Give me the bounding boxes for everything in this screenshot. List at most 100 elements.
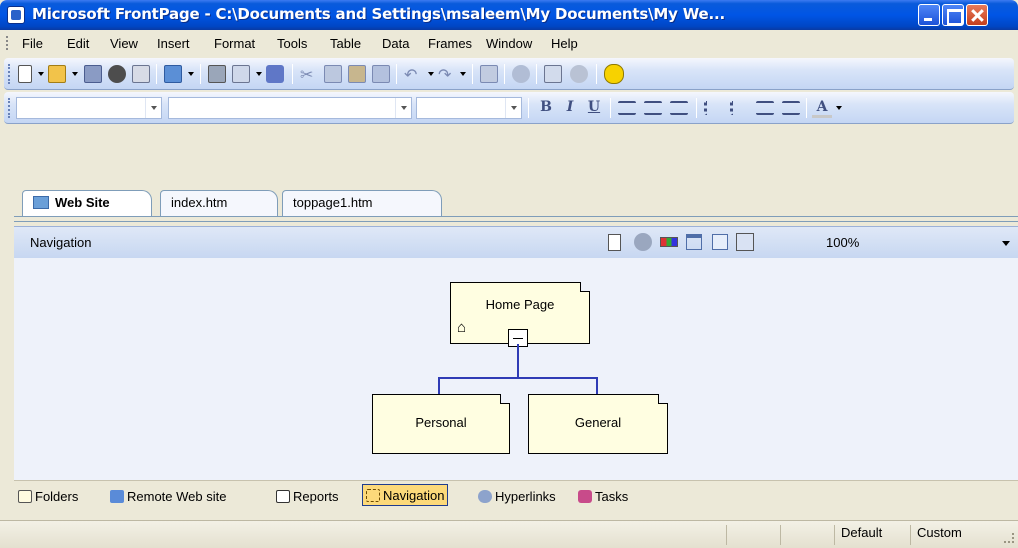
format-painter-icon[interactable] xyxy=(372,65,390,83)
new-page-icon[interactable] xyxy=(18,65,32,83)
font-color-button[interactable]: A xyxy=(812,99,832,118)
style-combo[interactable] xyxy=(16,97,162,119)
link-bar-icon[interactable] xyxy=(660,237,678,247)
tab-web-site-label: Web Site xyxy=(55,195,110,210)
add-external-link-icon[interactable] xyxy=(634,233,652,251)
menu-insert[interactable]: Insert xyxy=(157,30,190,56)
preview-dropdown[interactable] xyxy=(256,72,262,76)
status-cell xyxy=(780,525,834,545)
toolbar-grip[interactable] xyxy=(8,64,11,84)
decrease-indent-icon[interactable] xyxy=(756,101,774,115)
toolbar-separator xyxy=(610,98,611,118)
new-page-dropdown[interactable] xyxy=(38,72,44,76)
print-preview-icon[interactable] xyxy=(232,65,250,83)
toolbar-separator xyxy=(504,64,505,84)
tab-web-site[interactable]: Web Site xyxy=(22,190,152,216)
menu-help[interactable]: Help xyxy=(551,30,578,56)
view-hyperlinks[interactable]: Hyperlinks xyxy=(478,486,556,506)
tab-index-htm[interactable]: index.htm xyxy=(160,190,278,216)
zoom-value[interactable]: 100% xyxy=(826,235,859,250)
toolbar-separator xyxy=(696,98,697,118)
zoom-icon[interactable] xyxy=(736,233,754,251)
font-color-dropdown[interactable] xyxy=(836,106,842,110)
stop-icon[interactable] xyxy=(570,65,588,83)
menu-frames[interactable]: Frames xyxy=(428,30,472,56)
toggle-pane-icon[interactable] xyxy=(164,65,182,83)
open-dropdown[interactable] xyxy=(72,72,78,76)
save-icon[interactable] xyxy=(84,65,102,83)
bulleted-list-icon[interactable] xyxy=(730,101,748,115)
minimize-button[interactable] xyxy=(918,4,940,26)
align-center-icon[interactable] xyxy=(644,101,662,115)
frontpage-app-icon[interactable] xyxy=(7,6,25,24)
chevron-down-icon[interactable] xyxy=(505,98,521,118)
web-component-icon[interactable] xyxy=(512,65,530,83)
toolbar-grip[interactable] xyxy=(8,98,11,118)
personal-page-node[interactable]: Personal xyxy=(372,394,510,454)
tab-baseline xyxy=(14,216,1018,217)
home-page-node[interactable]: Home Page ⌂ xyxy=(450,282,590,347)
toggle-pane-dropdown[interactable] xyxy=(188,72,194,76)
add-page-icon[interactable] xyxy=(608,234,621,251)
print-icon[interactable] xyxy=(208,65,226,83)
menu-window-label: Window xyxy=(486,35,533,51)
menu-edit[interactable]: Edit xyxy=(67,30,89,56)
redo-icon[interactable]: ↷ xyxy=(438,65,456,84)
view-subtree-icon[interactable] xyxy=(712,234,728,250)
view-tasks[interactable]: Tasks xyxy=(578,486,628,506)
personal-page-label: Personal xyxy=(415,415,467,430)
align-left-icon[interactable] xyxy=(618,101,636,115)
status-mode-default[interactable]: Default xyxy=(834,525,910,545)
bold-button[interactable]: B xyxy=(536,99,556,115)
undo-icon[interactable]: ↶ xyxy=(404,65,422,84)
menu-window[interactable]: Window xyxy=(486,30,532,56)
menu-data[interactable]: Data xyxy=(382,30,409,56)
refresh-icon[interactable] xyxy=(544,65,562,83)
menu-table[interactable]: Table xyxy=(330,30,361,56)
menu-file[interactable]: File xyxy=(22,30,43,56)
page-fold xyxy=(500,394,510,404)
view-navigation[interactable]: Navigation xyxy=(362,484,449,506)
toolbar-separator xyxy=(156,64,157,84)
portrait-landscape-icon[interactable] xyxy=(686,234,702,250)
resize-grip[interactable] xyxy=(1004,533,1014,543)
menu-view[interactable]: View xyxy=(110,30,138,56)
view-remote-web-site[interactable]: Remote Web site xyxy=(110,486,226,506)
copy-icon[interactable] xyxy=(324,65,342,83)
search-icon[interactable] xyxy=(108,65,126,83)
underline-button[interactable]: U xyxy=(584,99,604,115)
left-frame xyxy=(0,126,14,520)
align-right-icon[interactable] xyxy=(670,101,688,115)
publish-icon[interactable] xyxy=(132,65,150,83)
paste-icon[interactable] xyxy=(348,65,366,83)
general-page-node[interactable]: General xyxy=(528,394,668,454)
chevron-down-icon[interactable] xyxy=(1002,241,1010,246)
status-mode-custom[interactable]: Custom xyxy=(910,525,988,545)
view-folders[interactable]: Folders xyxy=(18,486,78,506)
font-size-combo[interactable] xyxy=(416,97,522,119)
undo-dropdown[interactable] xyxy=(428,72,434,76)
numbered-list-icon[interactable] xyxy=(704,101,722,115)
toolbar-separator xyxy=(596,64,597,84)
chevron-down-icon[interactable] xyxy=(145,98,161,118)
tab-toppage1-htm[interactable]: toppage1.htm xyxy=(282,190,442,216)
close-button[interactable] xyxy=(966,4,988,26)
spelling-icon[interactable] xyxy=(266,65,284,83)
menu-format-label: Format xyxy=(214,35,256,51)
formatting-toolbar: B I U A xyxy=(4,92,1014,124)
increase-indent-icon[interactable] xyxy=(782,101,800,115)
open-folder-icon[interactable] xyxy=(48,65,66,83)
maximize-button[interactable] xyxy=(942,4,964,26)
chevron-down-icon[interactable] xyxy=(395,98,411,118)
font-combo[interactable] xyxy=(168,97,412,119)
menu-frames-label: Frames xyxy=(428,35,473,51)
reports-icon xyxy=(276,489,290,503)
help-icon[interactable] xyxy=(604,64,624,84)
view-reports[interactable]: Reports xyxy=(276,486,339,506)
redo-dropdown[interactable] xyxy=(460,72,466,76)
italic-button[interactable]: I xyxy=(560,99,580,115)
insert-table-icon[interactable] xyxy=(480,65,498,83)
menu-tools[interactable]: Tools xyxy=(277,30,307,56)
menu-format[interactable]: Format xyxy=(214,30,255,56)
cut-icon[interactable]: ✂ xyxy=(300,65,318,84)
